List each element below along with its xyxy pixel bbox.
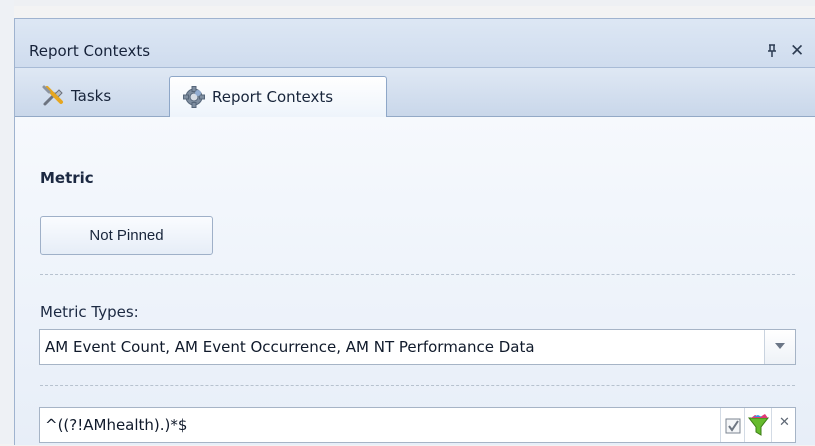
section-divider-bottom [40, 385, 795, 386]
clear-glyph: ✕ [779, 415, 790, 430]
tab-tasks[interactable]: Tasks [29, 76, 159, 116]
close-icon[interactable]: ✕ [790, 43, 804, 60]
filter-input[interactable]: ^((?!AMhealth).)*$ ✕ [39, 407, 796, 443]
gear-icon [183, 86, 205, 108]
tab-strip: Tasks Report Contexts [15, 68, 815, 117]
metric-types-value: AM Event Count, AM Event Occurrence, AM … [45, 338, 535, 356]
metric-types-label: Metric Types: [40, 303, 139, 321]
metric-section-title: Metric [40, 169, 94, 187]
section-divider-top [40, 274, 795, 275]
check-icon[interactable] [720, 408, 744, 442]
report-contexts-panel: Report Contexts ✕ Tasks Report Contexts … [14, 18, 815, 445]
not-pinned-button[interactable]: Not Pinned [40, 216, 213, 255]
tab-tasks-label: Tasks [71, 87, 112, 105]
panel-titlebar: Report Contexts ✕ [15, 19, 815, 68]
tab-report-contexts-label: Report Contexts [212, 88, 334, 106]
clear-icon[interactable]: ✕ [771, 408, 795, 442]
window-top-strip [0, 0, 815, 6]
tab-content: Metric Not Pinned Metric Types: AM Event… [15, 117, 815, 445]
chevron-down-icon[interactable] [764, 330, 795, 364]
filter-actions: ✕ [720, 408, 795, 442]
pin-icon[interactable] [767, 44, 777, 58]
window-left-strip [0, 0, 14, 444]
panel-title: Report Contexts [29, 42, 151, 60]
metric-types-select[interactable]: AM Event Count, AM Event Occurrence, AM … [39, 329, 796, 365]
tab-report-contexts[interactable]: Report Contexts [169, 76, 387, 117]
tools-icon [42, 85, 63, 106]
filter-value: ^((?!AMhealth).)*$ [45, 416, 188, 434]
funnel-icon[interactable] [744, 408, 771, 442]
